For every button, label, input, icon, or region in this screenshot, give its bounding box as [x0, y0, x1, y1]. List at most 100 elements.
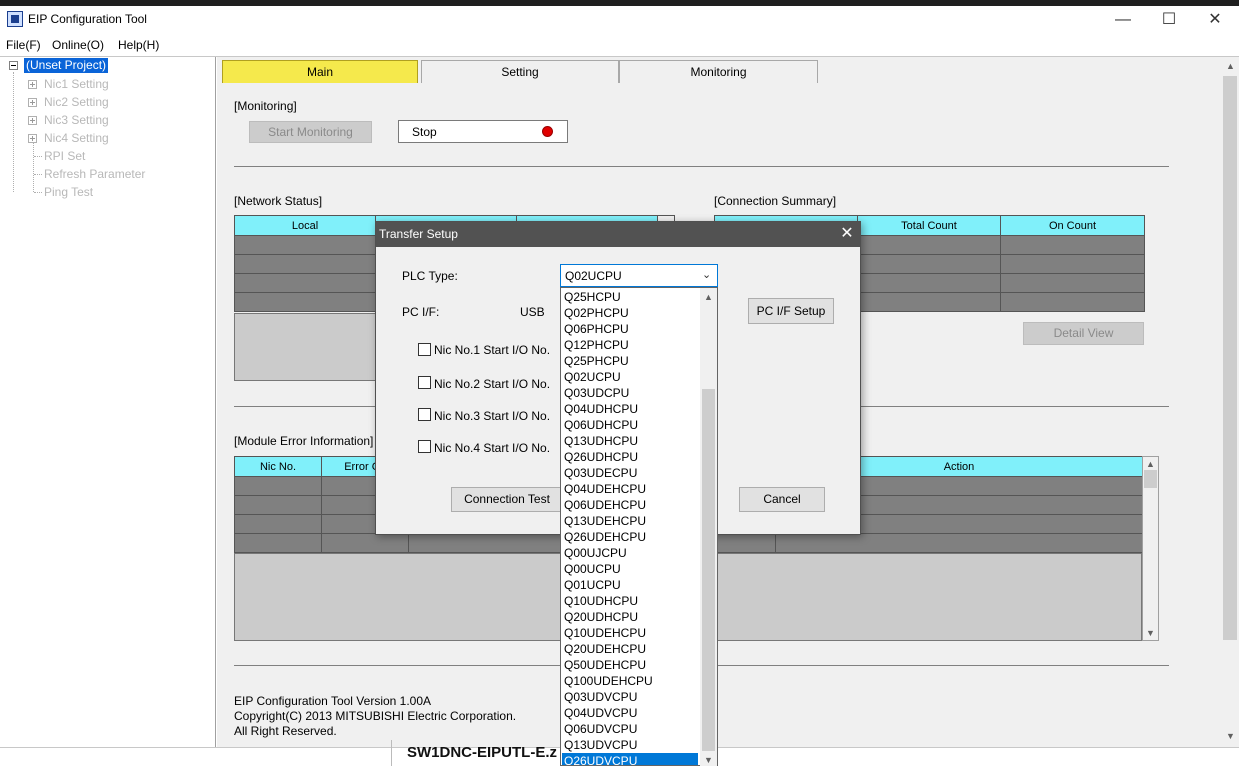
network-empty-area — [234, 313, 376, 381]
dropdown-option[interactable]: Q02UCPU — [564, 369, 700, 385]
main-scrollbar-thumb[interactable] — [1223, 76, 1237, 640]
nic4-label: Nic No.4 Start I/O No. — [434, 441, 551, 455]
dropdown-option[interactable]: Q12PHCPU — [564, 337, 700, 353]
collapse-icon[interactable] — [9, 61, 18, 70]
nic2-label: Nic No.2 Start I/O No. — [434, 377, 551, 391]
pc-if-value: USB — [520, 305, 545, 319]
dropdown-option[interactable]: Q25PHCPU — [564, 353, 700, 369]
dropdown-option[interactable]: Q03UDECPU — [564, 465, 700, 481]
tree-root-project[interactable]: (Unset Project) — [24, 58, 109, 73]
expand-icon[interactable] — [28, 134, 37, 143]
menu-file[interactable]: File(F) — [6, 38, 41, 52]
download-file-name[interactable]: SW1DNC-EIPUTL-E.z — [407, 744, 557, 761]
dialog-close-icon[interactable]: ✕ — [834, 222, 860, 247]
minimize-button[interactable]: — — [1100, 8, 1146, 32]
dropdown-option[interactable]: Q10UDHCPU — [564, 593, 700, 609]
dropdown-option[interactable]: Q13UDEHCPU — [564, 513, 700, 529]
rights-text: All Right Reserved. — [234, 724, 337, 738]
dropdown-option[interactable]: Q20UDHCPU — [564, 609, 700, 625]
tree-item-nic4[interactable]: Nic4 Setting — [44, 131, 109, 145]
close-button[interactable]: ✕ — [1192, 8, 1238, 32]
dropdown-option[interactable]: Q26UDVCPU — [562, 753, 698, 765]
dropdown-option[interactable]: Q02PHCPU — [564, 305, 700, 321]
nic4-checkbox[interactable] — [418, 440, 431, 453]
dropdown-option[interactable]: Q100UDEHCPU — [564, 673, 700, 689]
dropdown-option[interactable]: Q50UDEHCPU — [564, 657, 700, 673]
error-col-nic: Nic No. — [234, 456, 322, 477]
copyright-text: Copyright(C) 2013 MITSUBISHI Electric Co… — [234, 709, 517, 723]
dropdown-option[interactable]: Q00UJCPU — [564, 545, 700, 561]
module-error-label: [Module Error Information] — [234, 434, 374, 448]
dropdown-option[interactable]: Q13UDHCPU — [564, 433, 700, 449]
dropdown-option[interactable]: Q03UDVCPU — [564, 689, 700, 705]
chevron-down-icon[interactable]: ⌄ — [702, 268, 711, 281]
dropdown-option[interactable]: Q25HCPU — [564, 289, 700, 305]
network-status-label: [Network Status] — [234, 194, 323, 208]
expand-icon[interactable] — [28, 116, 37, 125]
dropdown-scroll-thumb[interactable] — [702, 389, 715, 751]
start-monitoring-button[interactable]: Start Monitoring — [249, 121, 372, 143]
dropdown-option[interactable]: Q26UDEHCPU — [564, 529, 700, 545]
dropdown-option[interactable]: Q03UDCPU — [564, 385, 700, 401]
tab-monitoring[interactable]: Monitoring — [619, 60, 818, 83]
scroll-down-icon[interactable]: ▼ — [1222, 731, 1239, 741]
dropdown-option[interactable]: Q10UDEHCPU — [564, 625, 700, 641]
plc-type-label: PLC Type: — [402, 269, 458, 283]
monitoring-status-text: Stop — [412, 125, 437, 139]
pc-if-setup-button[interactable]: PC I/F Setup — [748, 298, 834, 324]
scroll-up-icon[interactable]: ▲ — [1222, 61, 1239, 71]
bottom-separator — [391, 740, 392, 766]
divider — [234, 166, 1169, 167]
dropdown-option[interactable]: Q06UDHCPU — [564, 417, 700, 433]
nic3-label: Nic No.3 Start I/O No. — [434, 409, 551, 423]
tree-item-nic3[interactable]: Nic3 Setting — [44, 113, 109, 127]
dropdown-option[interactable]: Q06UDVCPU — [564, 721, 700, 737]
tree-item-nic1[interactable]: Nic1 Setting — [44, 77, 109, 91]
dropdown-option[interactable]: Q04UDEHCPU — [564, 481, 700, 497]
plc-type-value: Q02UCPU — [565, 269, 622, 283]
dropdown-option[interactable]: Q01UCPU — [564, 577, 700, 593]
dropdown-option[interactable]: Q06PHCPU — [564, 321, 700, 337]
dialog-title: Transfer Setup — [376, 222, 860, 247]
dropdown-option[interactable]: Q26UDHCPU — [564, 449, 700, 465]
scroll-up-icon[interactable]: ▲ — [1142, 459, 1159, 469]
dropdown-option[interactable]: Q06UDEHCPU — [564, 497, 700, 513]
maximize-button[interactable]: ☐ — [1146, 8, 1192, 32]
nic3-checkbox[interactable] — [418, 408, 431, 421]
plc-type-dropdown-list[interactable]: Q25HCPU Q02PHCPU Q06PHCPU Q12PHCPU Q25PHCPU Q… — [560, 287, 718, 766]
tab-setting[interactable]: Setting — [421, 60, 619, 83]
tree-item-rpi[interactable]: RPI Set — [44, 149, 85, 163]
monitoring-label: [Monitoring] — [234, 99, 297, 113]
tab-main[interactable]: Main — [222, 60, 418, 83]
cancel-button[interactable]: Cancel — [739, 487, 825, 512]
tree-item-refresh[interactable]: Refresh Parameter — [44, 167, 145, 181]
network-col-local: Local — [234, 215, 376, 236]
detail-view-button[interactable]: Detail View — [1023, 322, 1144, 345]
menu-help[interactable]: Help(H) — [118, 38, 159, 52]
dropdown-option[interactable]: Q20UDEHCPU — [564, 641, 700, 657]
menu-bar — [0, 34, 1239, 56]
tree-item-ping[interactable]: Ping Test — [44, 185, 93, 199]
dropdown-option[interactable]: Q04UDVCPU — [564, 705, 700, 721]
connection-test-button[interactable]: Connection Test — [451, 487, 563, 512]
dropdown-option[interactable]: Q04UDHCPU — [564, 401, 700, 417]
title-bar — [0, 6, 1239, 34]
connection-summary-label: [Connection Summary] — [714, 194, 837, 208]
tree-line — [33, 140, 34, 192]
tree-line — [34, 156, 42, 157]
error-table-scroll-thumb[interactable] — [1144, 470, 1157, 488]
expand-icon[interactable] — [28, 98, 37, 107]
nic2-checkbox[interactable] — [418, 376, 431, 389]
summary-col-total: Total Count — [857, 215, 1001, 236]
tree-line — [13, 72, 14, 192]
tree-item-nic2[interactable]: Nic2 Setting — [44, 95, 109, 109]
nic1-checkbox[interactable] — [418, 343, 431, 356]
scroll-down-icon[interactable]: ▼ — [700, 755, 717, 765]
menu-online[interactable]: Online(O) — [52, 38, 104, 52]
scroll-down-icon[interactable]: ▼ — [1142, 628, 1159, 638]
dropdown-option[interactable]: Q13UDVCPU — [564, 737, 700, 753]
dropdown-option[interactable]: Q00UCPU — [564, 561, 700, 577]
expand-icon[interactable] — [28, 80, 37, 89]
scroll-up-icon[interactable]: ▲ — [700, 292, 717, 302]
tree-line — [34, 192, 42, 193]
